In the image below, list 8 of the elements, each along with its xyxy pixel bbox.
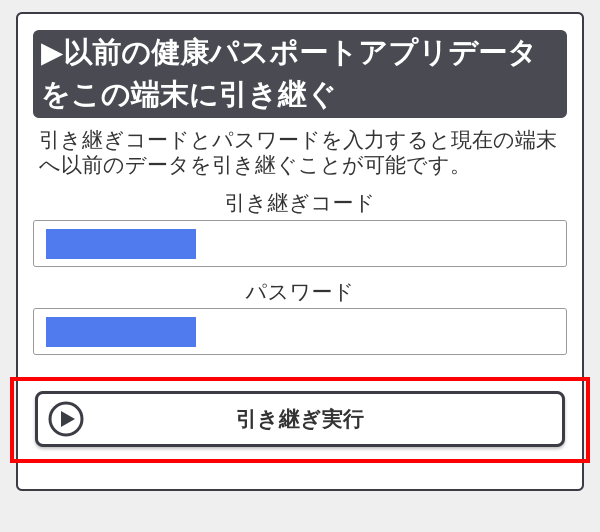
- input-field[interactable]: [33, 220, 567, 267]
- section-heading: ▶以前の健康パスポートアプリデータをこの端末に引き継ぐ: [33, 30, 567, 118]
- field-label: 引き継ぎコード: [224, 190, 376, 218]
- input-field[interactable]: [33, 308, 567, 356]
- transfer-button[interactable]: 引き継ぎ実行: [35, 391, 565, 448]
- field-label: パスワード: [244, 278, 356, 306]
- play-icon: [48, 401, 84, 438]
- description-text: 引き継ぎコードとパスワードを入力すると現在の端末へ以前のデータを引き継ぐことが可能です。: [39, 128, 558, 178]
